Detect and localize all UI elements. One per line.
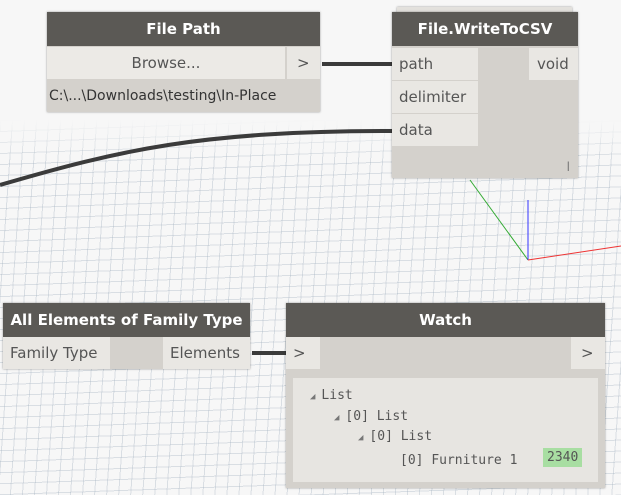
input-port[interactable]: > [286, 337, 320, 369]
write-csv-node[interactable]: File.WriteToCSV path delimiter data void… [392, 12, 578, 178]
output-port-elements[interactable]: Elements [163, 337, 250, 369]
tree-node[interactable]: ◢ [0] List [358, 429, 432, 444]
expand-icon[interactable]: ◢ [334, 413, 339, 423]
output-port-void[interactable]: void [529, 48, 578, 80]
input-port-delimiter[interactable]: delimiter [392, 81, 478, 113]
y-axis [469, 179, 529, 261]
family-type-node[interactable]: All Elements of Family Type Family Type … [3, 303, 250, 369]
browse-button[interactable]: Browse... [47, 47, 285, 79]
input-port-path[interactable]: path [392, 48, 478, 80]
lacing-indicator[interactable]: l [567, 160, 570, 174]
watch-tree: ◢ List ◢ [0] List ◢ [0] List [0] Furniture … [293, 378, 598, 482]
node-title: File Path [47, 12, 320, 46]
node-title: Watch [286, 303, 605, 337]
tree-node[interactable]: ◢ List [310, 388, 353, 403]
node-title: All Elements of Family Type [3, 303, 250, 337]
input-port-data[interactable]: data [392, 114, 478, 146]
expand-icon[interactable]: ◢ [358, 433, 363, 443]
node-title: File.WriteToCSV [392, 12, 578, 46]
element-id-badge[interactable]: 2340 [543, 448, 583, 467]
watch-node[interactable]: Watch > > ◢ List ◢ [0] List ◢ [0] List [0] … [286, 303, 605, 488]
tree-leaf: [0] Furniture 1 [400, 453, 518, 468]
tree-node[interactable]: ◢ [0] List [334, 409, 408, 424]
path-value: C:\...\Downloads\testing\In-Place [49, 88, 277, 104]
output-port[interactable]: > [571, 337, 605, 369]
expand-icon[interactable]: ◢ [310, 392, 315, 402]
input-port-family-type[interactable]: Family Type [3, 337, 110, 369]
file-path-node[interactable]: File Path Browse... > C:\...\Downloads\t… [47, 12, 320, 112]
output-port[interactable]: > [287, 47, 320, 79]
x-axis [527, 245, 621, 261]
wire-data[interactable] [0, 129, 393, 187]
